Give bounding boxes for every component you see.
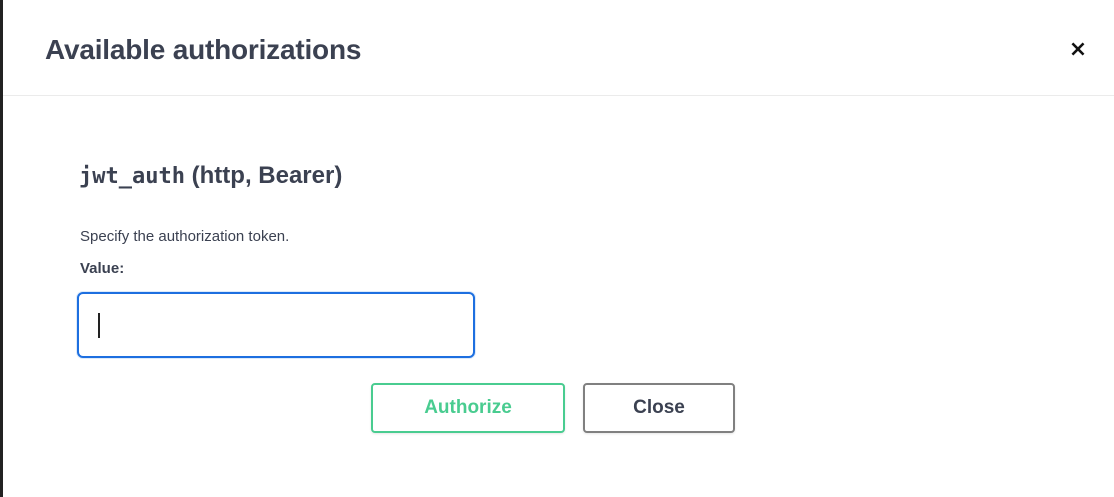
close-button[interactable]: Close <box>583 383 735 433</box>
text-caret <box>98 313 100 338</box>
auth-description: Specify the authorization token. <box>80 228 290 245</box>
auth-scheme-type: (http, Bearer) <box>191 162 343 189</box>
auth-scheme-title: jwt_auth (http, Bearer) <box>79 162 342 190</box>
modal-title: Available authorizations <box>45 34 362 65</box>
token-value-input[interactable] <box>77 292 475 358</box>
close-icon[interactable]: × <box>1063 34 1093 64</box>
value-label: Value: <box>80 260 125 277</box>
auth-scheme-name: jwt_auth <box>79 164 185 189</box>
modal-header: Available authorizations × <box>3 0 1114 96</box>
authorize-button[interactable]: Authorize <box>371 383 565 433</box>
